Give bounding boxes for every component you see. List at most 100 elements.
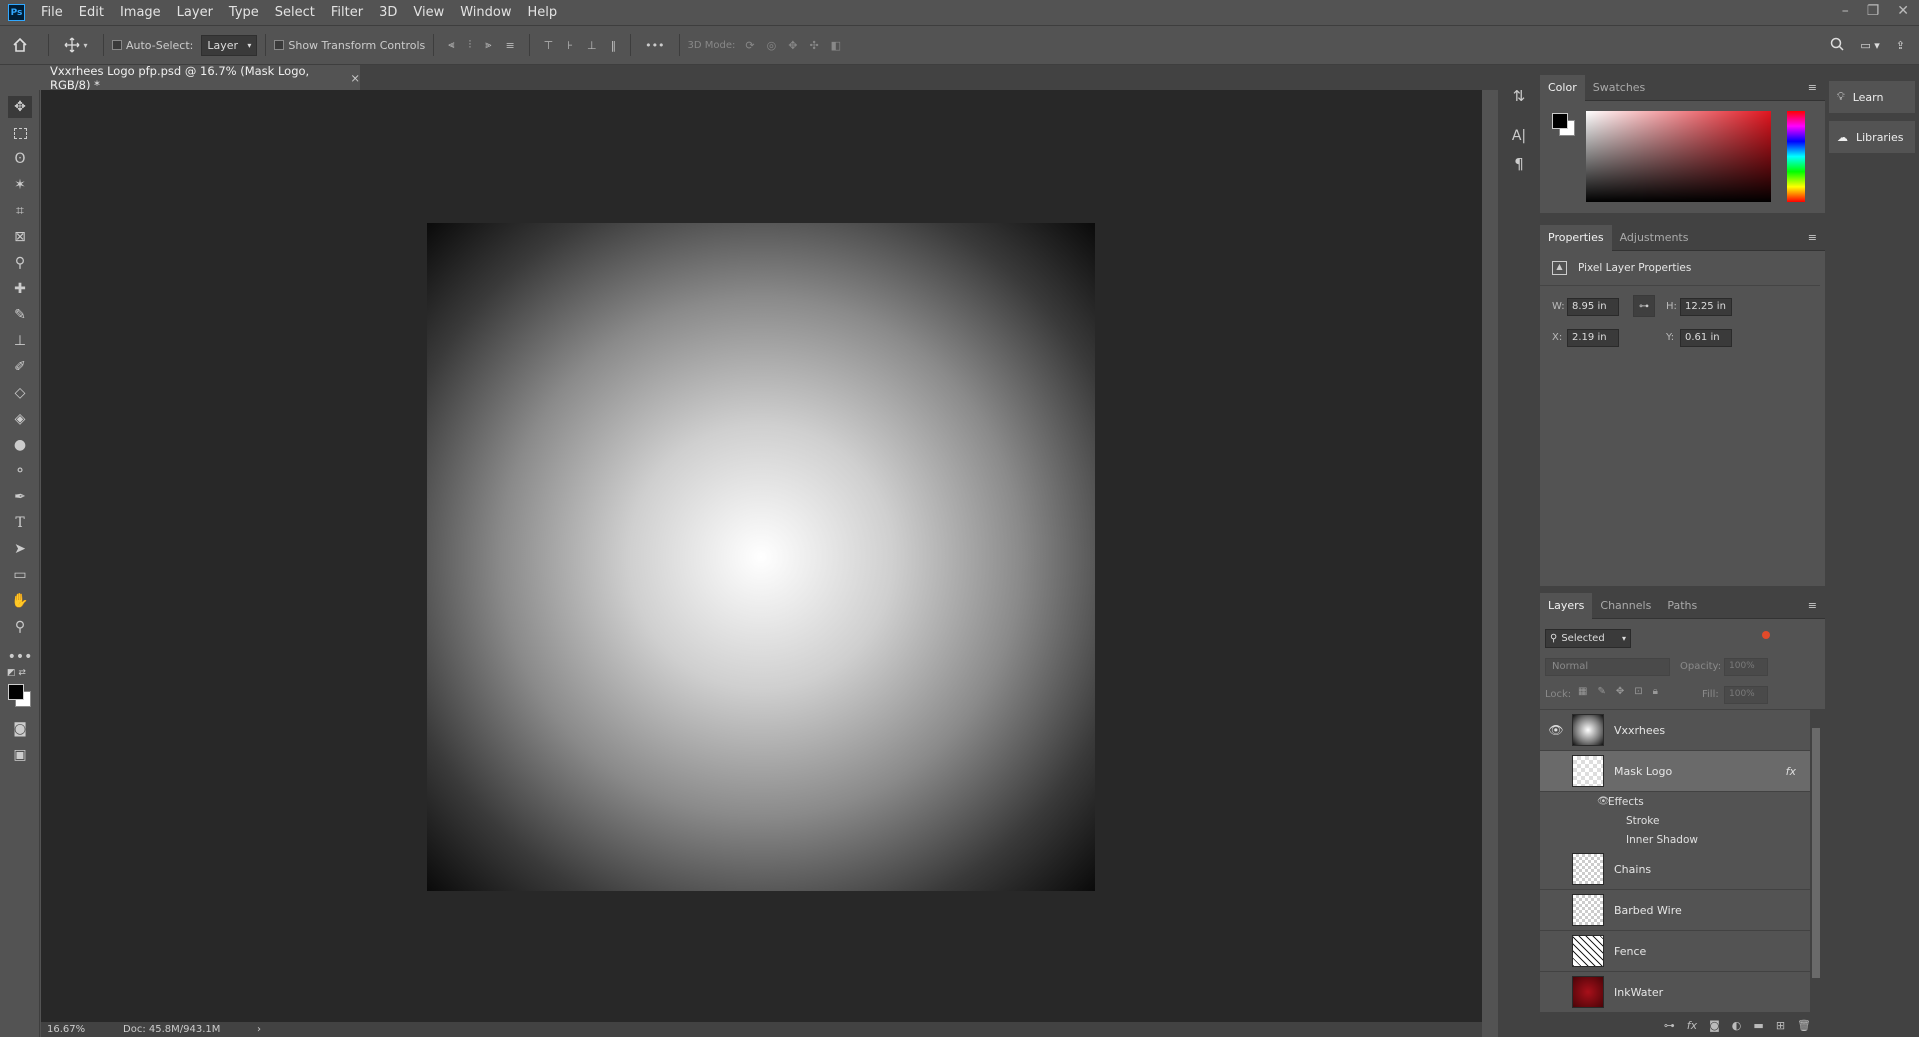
width-field[interactable]: 8.95 in <box>1567 298 1619 316</box>
layers-scrollbar[interactable] <box>1810 710 1822 1013</box>
new-group-icon[interactable]: ▬ <box>1753 1019 1763 1032</box>
3d-slide-icon[interactable]: ✣ <box>809 39 818 52</box>
layer-row-chains[interactable]: Chains <box>1540 849 1810 890</box>
hand-tool-icon[interactable]: ✋ <box>8 590 32 612</box>
color-panel-menu-icon[interactable]: ≡ <box>1808 81 1817 94</box>
foreground-color-swatch[interactable] <box>8 684 24 700</box>
tab-channels[interactable]: Channels <box>1592 593 1659 619</box>
character-icon[interactable]: A| <box>1508 125 1530 147</box>
layer-name[interactable]: InkWater <box>1614 986 1663 999</box>
distribute-icon[interactable]: ≡ <box>505 39 514 52</box>
zoom-tool-icon[interactable]: ⚲ <box>8 616 32 638</box>
align-bottom-icon[interactable]: ⊥ <box>587 39 597 52</box>
move-tool-icon[interactable]: ✥ <box>8 96 32 118</box>
lock-transparent-icon[interactable]: ▦ <box>1578 686 1587 697</box>
eraser-tool-icon[interactable]: ◇ <box>8 382 32 404</box>
align-right-icon[interactable]: ⫸ <box>485 38 491 52</box>
hue-slider[interactable] <box>1787 111 1805 202</box>
screen-mode-icon[interactable]: ▣ <box>8 744 32 766</box>
learn-button[interactable]: 💡︎ Learn <box>1829 81 1915 113</box>
path-selection-tool-icon[interactable]: ➤ <box>8 538 32 560</box>
effect-stroke-row[interactable]: Stroke <box>1540 811 1810 830</box>
document-tab[interactable]: Vxxrhees Logo pfp.psd @ 16.7% (Mask Logo… <box>40 64 360 92</box>
frame-tool-icon[interactable]: ⊠ <box>8 226 32 248</box>
3d-scale-icon[interactable]: ◧ <box>831 39 841 52</box>
tab-paths[interactable]: Paths <box>1659 593 1705 619</box>
fill-field[interactable]: 100% <box>1724 686 1768 704</box>
delete-layer-icon[interactable]: 🗑︎ <box>1797 1019 1811 1032</box>
status-menu-arrow[interactable]: › <box>257 1024 261 1035</box>
align-left-icon[interactable]: ⫷ <box>448 38 454 52</box>
zoom-level[interactable]: 16.67% <box>41 1024 123 1035</box>
more-tools-icon[interactable]: ••• <box>8 646 33 668</box>
3d-pan-icon[interactable]: ✥ <box>788 39 797 52</box>
new-layer-icon[interactable]: ⊞ <box>1776 1019 1785 1032</box>
tab-layers[interactable]: Layers <box>1540 592 1593 619</box>
minimize-button[interactable]: – <box>1842 3 1849 19</box>
align-vcenter-icon[interactable]: ⊦ <box>567 39 573 52</box>
adjustment-layer-icon[interactable]: ◐ <box>1732 1019 1742 1032</box>
menu-3d[interactable]: 3D <box>371 0 405 25</box>
default-colors-icon[interactable]: ◩ ⇄ <box>7 668 26 678</box>
menu-window[interactable]: Window <box>452 0 519 25</box>
tab-adjustments[interactable]: Adjustments <box>1612 225 1697 251</box>
layer-name[interactable]: Fence <box>1614 945 1646 958</box>
paint-bucket-tool-icon[interactable]: ◈ <box>8 408 32 430</box>
layer-row-inkwater[interactable]: InkWater <box>1540 972 1810 1013</box>
dodge-tool-icon[interactable]: ⚬ <box>8 460 32 482</box>
lock-artboard-icon[interactable]: ⊡ <box>1634 686 1642 697</box>
restore-button[interactable]: ❐ <box>1867 3 1880 19</box>
auto-select-checkbox[interactable]: Auto-Select: <box>112 39 193 52</box>
close-button[interactable]: ✕ <box>1897 3 1909 19</box>
eyedropper-tool-icon[interactable]: ⚲ <box>8 252 32 274</box>
filter-toggle-icon[interactable] <box>1762 631 1770 639</box>
link-layers-icon[interactable]: ⊶ <box>1664 1019 1675 1032</box>
align-hcenter-icon[interactable]: ⫶ <box>468 38 471 52</box>
menu-select[interactable]: Select <box>267 0 323 25</box>
eye-icon[interactable]: 👁︎ <box>1540 723 1572 737</box>
effects-row[interactable]: Effects <box>1540 792 1810 811</box>
quick-mask-icon[interactable]: ◙ <box>8 718 32 740</box>
opacity-field[interactable]: 100% <box>1724 658 1768 676</box>
3d-orbit-icon[interactable]: ⟳ <box>745 39 754 52</box>
menu-file[interactable]: File <box>33 0 71 25</box>
auto-select-target-dropdown[interactable]: Layer ▾ <box>201 34 258 56</box>
y-field[interactable]: 0.61 in <box>1680 329 1732 347</box>
brush-tool-icon[interactable]: ✎ <box>8 304 32 326</box>
libraries-button[interactable]: ☁︎ Libraries <box>1829 121 1915 153</box>
history-icon[interactable]: ⇅ <box>1508 85 1530 107</box>
show-transform-checkbox[interactable]: Show Transform Controls <box>274 39 425 52</box>
magic-wand-tool-icon[interactable]: ✶ <box>8 174 32 196</box>
lock-all-icon[interactable]: 🔒︎ <box>1653 686 1658 697</box>
link-dimensions-icon[interactable]: ⊶ <box>1633 295 1655 317</box>
menu-filter[interactable]: Filter <box>323 0 371 25</box>
close-tab-icon[interactable]: × <box>350 71 360 85</box>
menu-edit[interactable]: Edit <box>71 0 112 25</box>
layer-row-fence[interactable]: Fence <box>1540 931 1810 972</box>
effects-visibility-icon[interactable]: 👁︎ <box>1597 796 1610 807</box>
menu-type[interactable]: Type <box>221 0 267 25</box>
menu-layer[interactable]: Layer <box>169 0 221 25</box>
layer-name[interactable]: Barbed Wire <box>1614 904 1682 917</box>
history-brush-tool-icon[interactable]: ✐ <box>8 356 32 378</box>
distribute-vertical-icon[interactable]: ‖ <box>611 39 617 52</box>
layer-name[interactable]: Mask Logo <box>1614 765 1672 778</box>
pen-tool-icon[interactable]: ✒ <box>8 486 32 508</box>
properties-menu-icon[interactable]: ≡ <box>1808 231 1817 244</box>
lock-position-icon[interactable]: ✥ <box>1616 686 1624 697</box>
layer-name[interactable]: Vxxrhees <box>1614 724 1665 737</box>
tab-color[interactable]: Color <box>1540 74 1585 101</box>
blur-tool-icon[interactable]: ● <box>8 434 32 456</box>
layer-name[interactable]: Chains <box>1614 863 1651 876</box>
menu-help[interactable]: Help <box>520 0 566 25</box>
tab-swatches[interactable]: Swatches <box>1585 75 1654 101</box>
lasso-tool-icon[interactable]: ʘ <box>8 148 32 170</box>
x-field[interactable]: 2.19 in <box>1567 329 1619 347</box>
blend-mode-dropdown[interactable]: Normal <box>1545 658 1670 676</box>
workspace-icon[interactable]: ▭ ▾ <box>1860 39 1879 52</box>
paragraph-icon[interactable]: ¶ <box>1508 153 1530 175</box>
share-icon[interactable]: ⇪ <box>1896 39 1905 52</box>
type-tool-icon[interactable]: T <box>8 512 32 534</box>
color-foreground-swatch[interactable] <box>1552 113 1568 129</box>
3d-roll-icon[interactable]: ◎ <box>767 39 777 52</box>
